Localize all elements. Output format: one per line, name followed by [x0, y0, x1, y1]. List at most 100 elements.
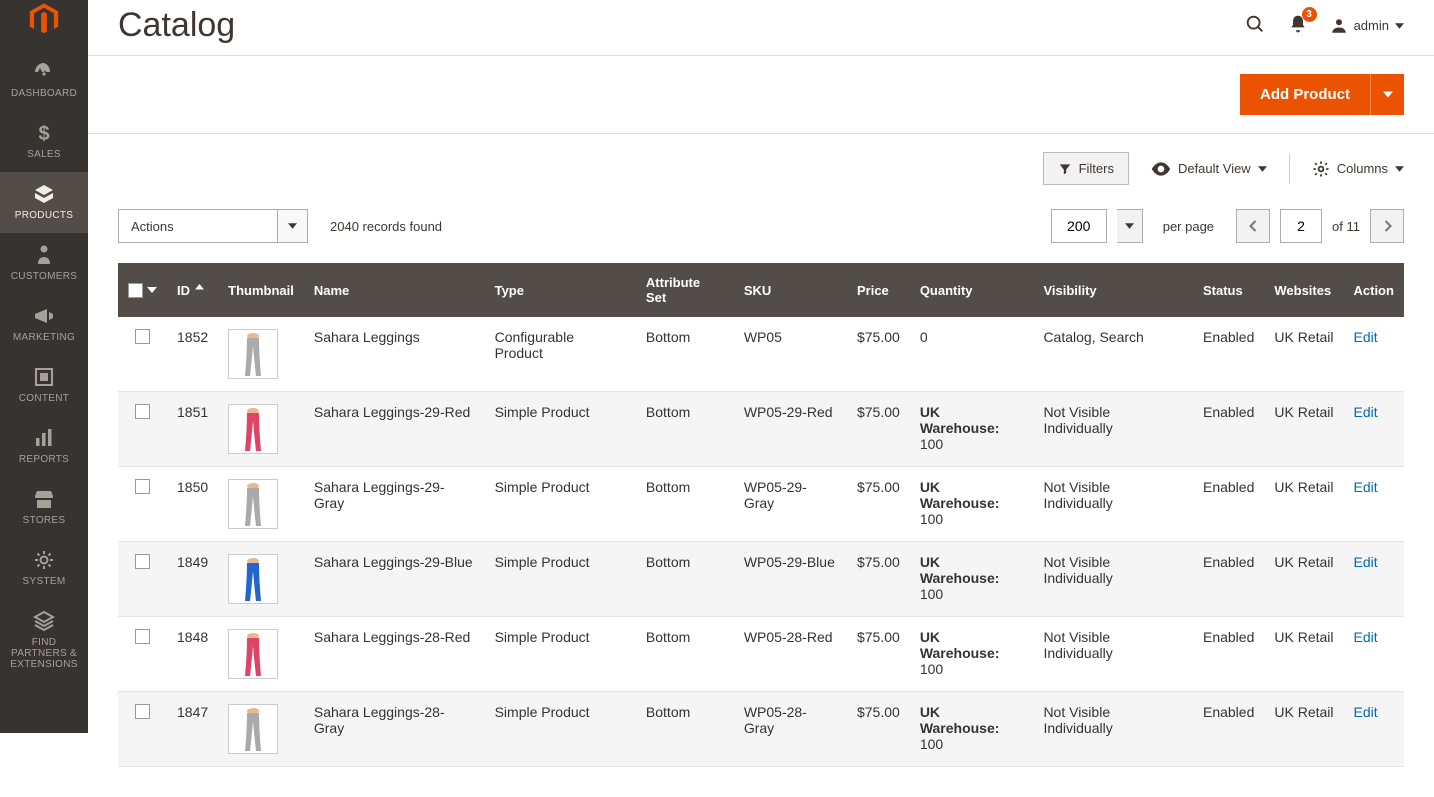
- prev-page-button[interactable]: [1236, 209, 1270, 243]
- sidebar-item-label: Reports: [4, 454, 84, 465]
- sidebar-item-partners[interactable]: Find Partners & Extensions: [0, 599, 88, 682]
- cell-visibility: Not Visible Individually: [1033, 617, 1193, 692]
- table-row[interactable]: 1848 Sahara Leggings-28-Red Simple Produ…: [118, 617, 1404, 692]
- cell-name: Sahara Leggings-29-Red: [304, 392, 485, 467]
- col-id[interactable]: ID: [167, 263, 218, 317]
- row-checkbox[interactable]: [135, 404, 150, 419]
- cell-sku: WP05-29-Red: [734, 392, 847, 467]
- col-action[interactable]: Action: [1344, 263, 1405, 317]
- cell-type: Simple Product: [485, 467, 636, 542]
- per-page-dropdown-button[interactable]: [1117, 209, 1143, 243]
- product-thumbnail[interactable]: [228, 404, 278, 454]
- page-title: Catalog: [118, 6, 1244, 45]
- table-row[interactable]: 1847 Sahara Leggings-28-Gray Simple Prod…: [118, 692, 1404, 767]
- cell-price: $75.00: [847, 392, 910, 467]
- cell-sku: WP05-28-Gray: [734, 692, 847, 767]
- sidebar-item-stores[interactable]: Stores: [0, 477, 88, 538]
- product-thumbnail[interactable]: [228, 329, 278, 379]
- table-row[interactable]: 1850 Sahara Leggings-29-Gray Simple Prod…: [118, 467, 1404, 542]
- cell-thumbnail: [218, 317, 304, 392]
- caret-down-icon: [1395, 23, 1404, 29]
- product-thumbnail[interactable]: [228, 704, 278, 754]
- notifications-button[interactable]: 3: [1288, 13, 1308, 38]
- gear-icon: [1312, 160, 1330, 178]
- col-sku[interactable]: SKU: [734, 263, 847, 317]
- sidebar-item-label: Stores: [4, 515, 84, 526]
- edit-link[interactable]: Edit: [1354, 479, 1378, 495]
- dashboard-icon: [4, 60, 84, 84]
- cell-id: 1852: [167, 317, 218, 392]
- edit-link[interactable]: Edit: [1354, 704, 1378, 720]
- per-page-input[interactable]: [1051, 209, 1107, 243]
- row-checkbox[interactable]: [135, 629, 150, 644]
- pagination: of 11: [1236, 209, 1404, 243]
- cell-attribute-set: Bottom: [636, 617, 734, 692]
- cell-status: Enabled: [1193, 392, 1264, 467]
- col-attribute-set[interactable]: Attribute Set: [636, 263, 734, 317]
- grid-toolbar-lower: Actions 2040 records found per page of 1…: [88, 193, 1434, 263]
- cell-id: 1847: [167, 692, 218, 767]
- next-page-button[interactable]: [1370, 209, 1404, 243]
- edit-link[interactable]: Edit: [1354, 329, 1378, 345]
- cell-id: 1849: [167, 542, 218, 617]
- product-thumbnail[interactable]: [228, 629, 278, 679]
- cell-sku: WP05: [734, 317, 847, 392]
- cell-quantity: UK Warehouse:100: [910, 467, 1034, 542]
- col-name[interactable]: Name: [304, 263, 485, 317]
- sidebar-item-products[interactable]: Products: [0, 172, 88, 233]
- product-thumbnail[interactable]: [228, 554, 278, 604]
- sidebar-item-customers[interactable]: Customers: [0, 233, 88, 294]
- cell-price: $75.00: [847, 617, 910, 692]
- edit-link[interactable]: Edit: [1354, 629, 1378, 645]
- col-websites[interactable]: Websites: [1264, 263, 1343, 317]
- table-row[interactable]: 1851 Sahara Leggings-29-Red Simple Produ…: [118, 392, 1404, 467]
- filters-button[interactable]: Filters: [1043, 152, 1129, 185]
- per-page-label: per page: [1163, 219, 1214, 234]
- product-thumbnail[interactable]: [228, 479, 278, 529]
- filters-label: Filters: [1079, 161, 1114, 176]
- col-price[interactable]: Price: [847, 263, 910, 317]
- caret-down-icon[interactable]: [147, 286, 157, 294]
- caret-down-icon: [277, 210, 307, 242]
- row-checkbox[interactable]: [135, 479, 150, 494]
- add-product-dropdown-button[interactable]: [1370, 74, 1404, 115]
- sidebar-item-reports[interactable]: Reports: [0, 416, 88, 477]
- sidebar-item-marketing[interactable]: Marketing: [0, 294, 88, 355]
- view-switcher-button[interactable]: Default View: [1151, 161, 1267, 176]
- sidebar-item-label: Dashboard: [4, 88, 84, 99]
- edit-link[interactable]: Edit: [1354, 554, 1378, 570]
- table-row[interactable]: 1852 Sahara Leggings Configurable Produc…: [118, 317, 1404, 392]
- partners-icon: [4, 609, 84, 633]
- mass-actions-select[interactable]: Actions: [118, 209, 308, 243]
- product-thumbnail-image: [239, 332, 267, 378]
- current-page-input[interactable]: [1280, 209, 1322, 243]
- cell-sku: WP05-29-Blue: [734, 542, 847, 617]
- sidebar-item-dashboard[interactable]: Dashboard: [0, 50, 88, 111]
- row-checkbox[interactable]: [135, 704, 150, 719]
- col-thumbnail[interactable]: Thumbnail: [218, 263, 304, 317]
- row-checkbox[interactable]: [135, 554, 150, 569]
- row-checkbox[interactable]: [135, 329, 150, 344]
- sidebar-item-system[interactable]: System: [0, 538, 88, 599]
- user-menu-button[interactable]: admin: [1330, 17, 1404, 35]
- add-product-button[interactable]: Add Product: [1240, 74, 1370, 115]
- content-icon: [4, 365, 84, 389]
- sidebar-item-content[interactable]: Content: [0, 355, 88, 416]
- search-icon[interactable]: [1244, 13, 1266, 38]
- select-all-checkbox[interactable]: [128, 283, 143, 298]
- col-quantity[interactable]: Quantity: [910, 263, 1034, 317]
- magento-logo[interactable]: [0, 0, 88, 50]
- sidebar-item-label: Products: [4, 210, 84, 221]
- col-status[interactable]: Status: [1193, 263, 1264, 317]
- cell-status: Enabled: [1193, 617, 1264, 692]
- columns-button[interactable]: Columns: [1312, 160, 1404, 178]
- table-row[interactable]: 1849 Sahara Leggings-29-Blue Simple Prod…: [118, 542, 1404, 617]
- col-type[interactable]: Type: [485, 263, 636, 317]
- edit-link[interactable]: Edit: [1354, 404, 1378, 420]
- cell-thumbnail: [218, 617, 304, 692]
- sidebar-item-sales[interactable]: $Sales: [0, 111, 88, 172]
- cell-visibility: Not Visible Individually: [1033, 692, 1193, 767]
- cell-type: Simple Product: [485, 617, 636, 692]
- col-visibility[interactable]: Visibility: [1033, 263, 1193, 317]
- admin-sidebar: Dashboard $Sales Products CustomersMarketin…: [0, 0, 88, 733]
